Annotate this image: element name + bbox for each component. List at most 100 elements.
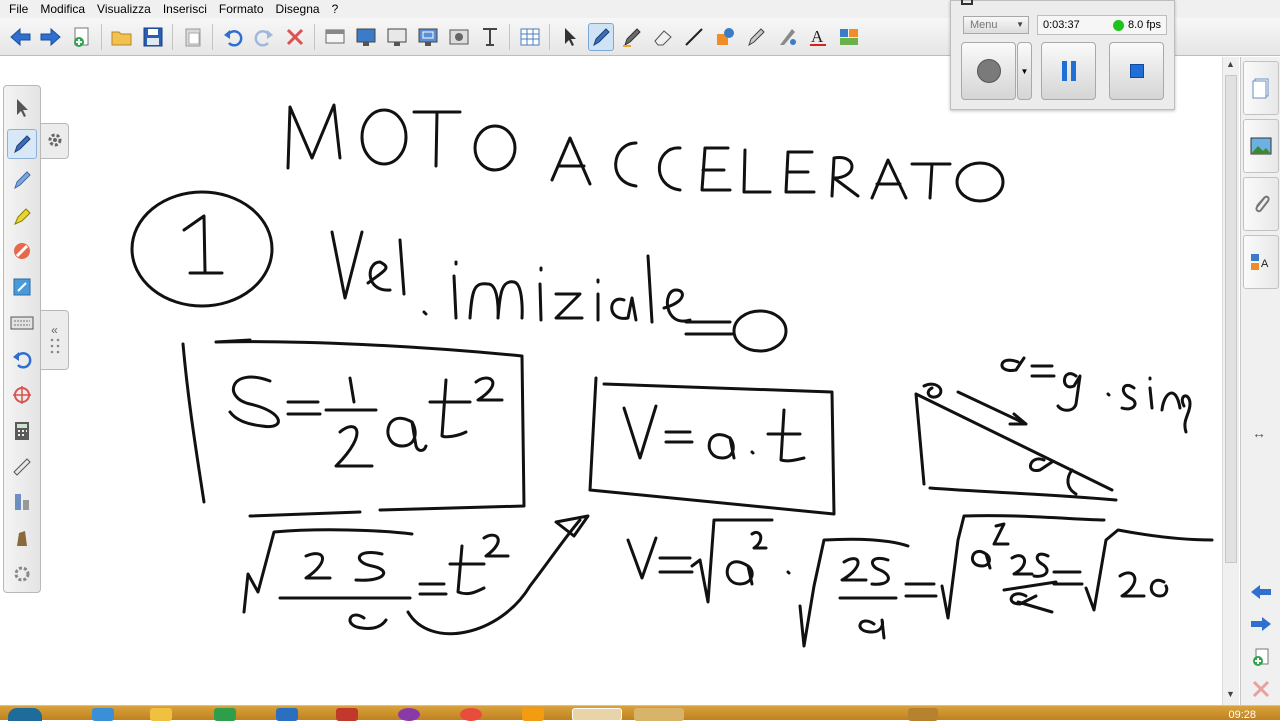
record-options-button[interactable]: ▼ [1017,42,1032,100]
chevron-down-icon: ▼ [1020,66,1029,76]
grip-icon[interactable] [48,337,62,358]
side-panel: A ↔ [1240,57,1280,705]
creative-pen-icon[interactable] [619,23,645,51]
highlighter-icon[interactable] [7,201,37,231]
properties-icon[interactable] [836,23,862,51]
menu-inserisci[interactable]: Inserisci [157,2,213,16]
start-button[interactable] [8,708,42,721]
menu-disegna[interactable]: Disegna [270,2,326,16]
media-icon[interactable] [336,708,358,721]
text-icon[interactable]: A [805,23,831,51]
toolbar-divider [101,23,102,50]
gear-icon[interactable] [46,131,64,152]
hp-icon[interactable] [398,708,420,721]
delete-icon[interactable] [282,23,308,51]
handwriting-layer [130,103,1214,648]
record-icon [976,59,1001,83]
menu-visualizza[interactable]: Visualizza [91,2,157,16]
chevron-down-icon: ▼ [1016,20,1024,29]
ruler-icon[interactable] [7,452,37,482]
crosshair-icon[interactable] [7,380,37,410]
add-page-icon[interactable] [1250,647,1272,670]
whiteboard-canvas[interactable] [0,57,1222,705]
pen-icon[interactable] [587,22,614,51]
redo-icon[interactable] [251,23,277,51]
table-icon[interactable] [517,23,543,51]
keyboard-tray-icon[interactable] [908,708,938,721]
creative-pen-icon[interactable] [7,165,37,195]
measure-icon[interactable] [7,487,37,517]
browser-icon[interactable] [92,708,114,721]
new-page-icon[interactable] [69,23,95,51]
text-cursor-icon[interactable] [477,23,503,51]
display-icon[interactable] [353,23,379,51]
whiteboard-task-icon[interactable] [572,708,622,721]
select-pointer-icon[interactable] [557,23,583,51]
eraser-icon[interactable] [650,23,676,51]
paste-icon[interactable] [180,23,206,51]
back-icon[interactable] [7,23,33,51]
record-button[interactable] [961,42,1016,100]
scroll-down-icon[interactable]: ▼ [1226,689,1235,699]
keyboard-icon[interactable] [7,308,37,338]
folder-icon[interactable] [150,708,172,721]
stop-icon [1129,64,1144,78]
line-icon[interactable] [681,23,707,51]
screen-shade-icon[interactable] [322,23,348,51]
spreadsheet-icon[interactable] [214,708,236,721]
calculator-icon[interactable] [7,416,37,446]
menu-modifica[interactable]: Modifica [34,2,91,16]
shapes-icon[interactable] [712,23,738,51]
tools-palette [3,85,41,593]
magic-pen-icon[interactable] [743,23,769,51]
recorder-task-icon[interactable] [634,708,684,721]
collapse-icon[interactable]: « [51,323,58,337]
taskbar-clock: 09:28 [1228,709,1256,721]
delete-page-icon[interactable] [1251,679,1271,702]
shade-icon[interactable] [7,523,37,553]
next-page-icon[interactable] [1249,614,1273,637]
fps-readout: 8.0 fps [1128,19,1162,31]
elapsed-time: 0:03:37 [1043,19,1080,31]
palette-settings[interactable] [41,123,69,159]
toolbar-divider [212,23,213,50]
fill-icon[interactable] [774,23,800,51]
toolbar-divider [509,23,510,50]
pause-button[interactable] [1041,42,1096,100]
scroll-thumb[interactable] [1225,75,1237,563]
settings-icon[interactable] [7,559,37,589]
select-pointer-icon[interactable] [7,93,37,123]
taskbar: 09:28 [0,705,1280,721]
screen-capture-icon[interactable] [415,23,441,51]
gallery-icon[interactable] [1243,119,1279,173]
app-icon[interactable] [276,708,298,721]
stop-button[interactable] [1109,42,1164,100]
previous-page-icon[interactable] [1249,582,1273,605]
monitor-icon[interactable] [384,23,410,51]
presentation-icon[interactable] [522,708,544,721]
menu-file[interactable]: File [3,2,34,16]
pen-icon[interactable] [7,128,37,159]
notepad-icon[interactable] [7,272,37,302]
recorder-status: 0:03:37 8.0 fps [1037,15,1167,35]
svg-text:A: A [1261,258,1269,270]
vertical-scrollbar[interactable]: ▲ ▼ [1222,57,1239,705]
chrome-icon[interactable] [460,708,482,721]
recorder-menu[interactable]: Menu ▼ [963,16,1029,34]
scroll-up-icon[interactable]: ▲ [1226,59,1235,69]
page-sorter-icon[interactable] [1243,61,1279,115]
forward-icon[interactable] [38,23,64,51]
menu-help[interactable]: ? [326,2,345,16]
camera-icon[interactable] [446,23,472,51]
save-icon[interactable] [140,23,166,51]
properties-icon[interactable]: A [1243,235,1279,289]
svg-text:A: A [811,27,824,46]
attachments-icon[interactable] [1243,177,1279,231]
open-folder-icon[interactable] [109,23,135,51]
menu-formato[interactable]: Formato [213,2,270,16]
undo-icon[interactable] [7,344,37,374]
palette-handle[interactable]: « [41,310,69,370]
resize-handle-icon[interactable]: ↔ [1252,425,1266,441]
eraser-icon[interactable] [7,236,37,266]
undo-icon[interactable] [220,23,246,51]
